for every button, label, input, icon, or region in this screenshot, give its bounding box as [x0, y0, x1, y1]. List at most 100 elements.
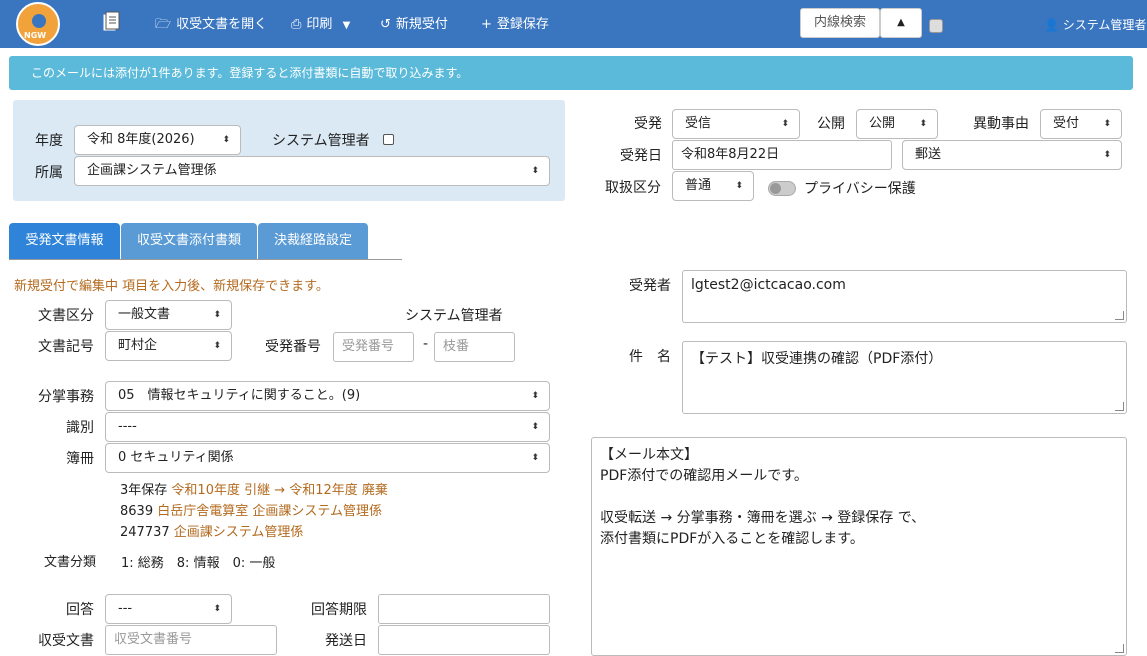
bunsho-kigo-value: 町村企 [118, 338, 158, 353]
search-select[interactable]: ▲ [880, 8, 922, 38]
new-receipt-label: 新規受付 [395, 17, 448, 32]
admin-label: システム管理者 [272, 133, 370, 149]
bunsho-jimu-value: 05 情報セキュリティに関すること。(9) [118, 388, 361, 403]
user-menu[interactable]: 👤 システム管理者 [1044, 16, 1146, 33]
ido-value: 受付 [1053, 116, 1080, 131]
folder-open-icon: 🗁 [155, 17, 172, 32]
method-select[interactable]: 郵送 ⬍ [902, 140, 1122, 170]
sender-textarea[interactable]: lgtest2@ictcacao.com [682, 270, 1127, 323]
shikibetsu-value: ---- [118, 419, 137, 434]
mail-body-line: PDF添付での確認用メールです。 [600, 468, 808, 484]
toriatsukai-value: 普通 [685, 178, 712, 193]
kaito-label: 回答 [66, 602, 94, 618]
method-value: 郵送 [915, 147, 942, 162]
bunsho-kubun-label: 文書区分 [38, 308, 94, 324]
attachment-alert: このメールには添付が1件あります。登録すると添付書類に自動で取り込みます。 [9, 56, 1133, 90]
retention-schedule: 令和10年度 引継 → 令和12年度 廃棄 [171, 483, 388, 498]
location-name: 白岳庁舎電算室 企画課システム管理係 [157, 504, 382, 519]
dash-separator: - [423, 336, 429, 352]
year-select[interactable]: 令和 8年度(2026) ⬍ [74, 125, 241, 155]
kaito-select[interactable]: --- ⬍ [105, 594, 232, 624]
dept-value: 企画課システム管理係 [87, 163, 217, 178]
select-arrows-icon: ⬍ [531, 422, 539, 432]
open-document-label: 収受文書を開く [176, 17, 268, 32]
date-input[interactable]: 令和8年8月22日 [672, 140, 892, 170]
tab-document-info[interactable]: 受発文書情報 [9, 223, 120, 259]
year-value: 令和 8年度(2026) [87, 132, 195, 147]
admin-checkbox[interactable] [383, 134, 394, 145]
resize-grip-icon[interactable] [1115, 402, 1124, 411]
shikibetsu-select[interactable]: ---- ⬍ [105, 412, 550, 442]
select-arrows-icon: ⬍ [1103, 150, 1111, 160]
mail-body-textarea[interactable]: 【メール本文】 PDF添付での確認用メールです。 収受転送 → 分掌事務・簿冊を… [591, 437, 1127, 656]
juhatsu-no-input[interactable]: 受発番号 [333, 332, 414, 362]
app-logo[interactable]: NGW [16, 2, 60, 46]
extension-search-button[interactable]: 内線検索 [800, 8, 880, 38]
bunsho-kigo-select[interactable]: 町村企 ⬍ [105, 331, 232, 361]
select-arrows-icon: ⬍ [531, 391, 539, 401]
kaito-kigen-input[interactable] [378, 594, 550, 624]
subject-textarea[interactable]: 【テスト】収受連携の確認（PDF添付） [682, 341, 1127, 414]
register-save-label: 登録保存 [496, 17, 549, 32]
juhatsu-value: 受信 [685, 116, 712, 131]
bunrui-label: 文書分類 [44, 555, 97, 570]
select-arrows-icon: ⬍ [1103, 119, 1111, 129]
location-code: 8639 [120, 504, 154, 519]
hasso-input[interactable] [378, 625, 550, 655]
bosatsu-value: 0 セキュリティ関係 [118, 450, 234, 465]
top-navbar: NGW 🗁 収受文書を開く ⎙ 印刷 ▼ ↺ 新規受付 + 登録保存 内線検索 ▲ 👤 … [0, 0, 1147, 48]
mail-body-line: 【メール本文】 [600, 447, 698, 463]
privacy-toggle[interactable] [768, 181, 796, 196]
print-dropdown[interactable]: ⎙ 印刷 ▼ [291, 13, 350, 32]
bunsho-kubun-select[interactable]: 一般文書 ⬍ [105, 300, 232, 330]
bunsho-jimu-label: 分掌事務 [38, 389, 94, 405]
shuju-input[interactable]: 収受文書番号 [105, 625, 277, 655]
ido-select[interactable]: 受付 ⬍ [1040, 109, 1122, 139]
toggle-knob [770, 183, 781, 194]
logo-hole [32, 14, 46, 28]
select-arrows-icon: ⬍ [919, 119, 927, 129]
juhatsu-select[interactable]: 受信 ⬍ [672, 109, 800, 139]
kokai-value: 公開 [869, 116, 896, 131]
tab-attachments[interactable]: 収受文書添付書類 [121, 223, 257, 259]
mail-body-line [600, 486, 1118, 507]
kaito-kigen-label: 回答期限 [311, 602, 367, 618]
shikibetsu-label: 識別 [66, 420, 94, 436]
shuju-label: 収受文書 [38, 633, 94, 649]
juhatsu-label: 受発 [634, 116, 662, 132]
mail-body-line: 添付書類にPDFが入ることを確認します。 [600, 531, 864, 547]
register-save-button[interactable]: + 登録保存 [481, 13, 549, 32]
open-document-button[interactable]: 🗁 収受文書を開く [155, 13, 267, 37]
user-icon: 👤 [1044, 18, 1059, 32]
search-checkbox[interactable] [929, 19, 943, 33]
new-receipt-button[interactable]: ↺ 新規受付 [380, 13, 448, 32]
section-code: 247737 [120, 525, 170, 540]
select-arrows-icon: ⬍ [213, 310, 221, 320]
select-arrows-icon: ⬍ [531, 166, 539, 176]
kaito-value: --- [118, 601, 133, 616]
refresh-icon: ↺ [380, 17, 391, 32]
resize-grip-icon[interactable] [1115, 644, 1124, 653]
edaban-input[interactable]: 枝番 [434, 332, 515, 362]
resize-grip-icon[interactable] [1115, 311, 1124, 320]
dept-select[interactable]: 企画課システム管理係 ⬍ [74, 156, 550, 186]
section-info: 247737 企画課システム管理係 [120, 521, 303, 540]
tab-approval-route[interactable]: 決裁経路設定 [258, 223, 368, 259]
user-name: システム管理者 [1062, 18, 1147, 32]
sender-value: lgtest2@ictcacao.com [691, 277, 846, 293]
select-arrows-icon: ⬍ [213, 604, 221, 614]
kokai-select[interactable]: 公開 ⬍ [856, 109, 938, 139]
toriatsukai-select[interactable]: 普通 ⬍ [672, 171, 754, 201]
section-name: 企画課システム管理係 [173, 525, 304, 540]
dept-label: 所属 [35, 165, 63, 181]
bunsho-jimu-select[interactable]: 05 情報セキュリティに関すること。(9) ⬍ [105, 381, 550, 411]
owner-label: システム管理者 [405, 308, 503, 324]
printer-icon: ⎙ [291, 17, 302, 32]
new-document-button[interactable] [102, 11, 120, 37]
bosatsu-label: 簿冊 [66, 451, 94, 467]
privacy-label: プライバシー保護 [804, 181, 916, 197]
bosatsu-select[interactable]: 0 セキュリティ関係 ⬍ [105, 443, 550, 473]
subject-label: 件 名 [629, 349, 671, 365]
retention-info: 3年保存 令和10年度 引継 → 令和12年度 廃棄 [120, 479, 388, 498]
mail-body-line: 収受転送 → 分掌事務・簿冊を選ぶ → 登録保存 で、 [600, 510, 926, 526]
